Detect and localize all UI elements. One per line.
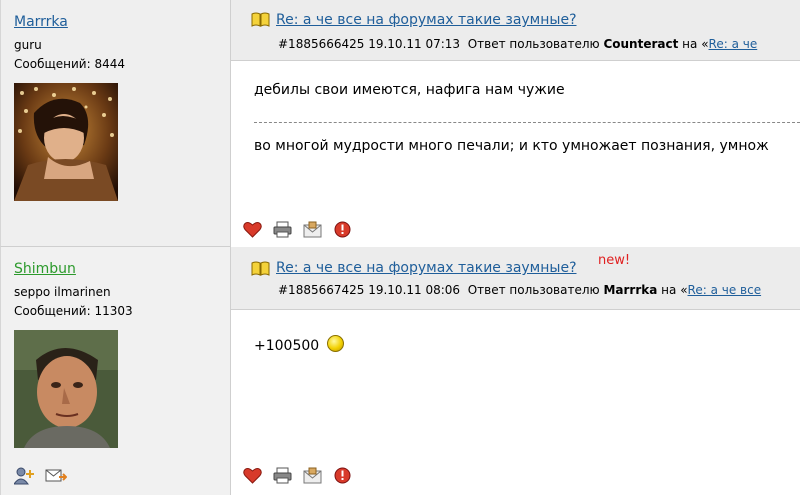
user-panel: Marrrka guru Сообщений: 8444 (0, 0, 231, 247)
post-actions (243, 221, 352, 238)
heart-icon[interactable] (243, 467, 262, 484)
heart-icon[interactable] (243, 221, 262, 238)
post-id-date: #1885666425 19.10.11 07:13 (278, 37, 461, 51)
post-content: Re: а че все на форумах такие заумные? #… (231, 0, 800, 247)
quote-open: « (701, 37, 709, 51)
forum-post: Marrrka guru Сообщений: 8444 Re: а че вс… (0, 0, 800, 247)
user-rank: guru (14, 38, 42, 52)
post-actions (243, 467, 352, 484)
book-icon (251, 261, 270, 280)
printer-icon[interactable] (273, 221, 292, 238)
reply-user: Counteract (603, 37, 679, 51)
user-panel: Shimbun seppo ilmarinen Сообщений: 11303 (0, 247, 231, 495)
post-header: Re: а че все на форумах такие заумные? #… (231, 0, 800, 61)
post-content: Re: а че все на форумах такие заумные? n… (231, 247, 800, 495)
post-text: +100500 (254, 335, 345, 354)
reply-user: Marrrka (603, 283, 658, 297)
post-text-content: +100500 (254, 338, 320, 354)
post-title-link[interactable]: Re: а че все на форумах такие заумные? (276, 12, 577, 28)
printer-icon[interactable] (273, 467, 292, 484)
book-icon (251, 12, 270, 31)
avatar[interactable] (14, 330, 118, 448)
user-actions (13, 467, 68, 485)
warning-icon[interactable] (333, 467, 352, 484)
new-badge: new! (598, 253, 631, 268)
add-user-icon[interactable] (13, 467, 34, 485)
signature-text: во многой мудрости много печали; и кто у… (254, 138, 769, 154)
forum-post: Shimbun seppo ilmarinen Сообщений: 11303 (0, 247, 800, 495)
quote-open: « (680, 283, 688, 297)
post-meta: #1885666425 19.10.11 07:13 Ответ пользов… (278, 37, 757, 51)
on-label: на (682, 37, 698, 51)
post-text: дебилы свои имеются, нафига нам чужие (254, 82, 565, 98)
post-count: Сообщений: 11303 (14, 304, 133, 318)
post-count: Сообщений: 8444 (14, 57, 125, 71)
parent-post-link[interactable]: Re: а че (709, 37, 758, 51)
warning-icon[interactable] (333, 221, 352, 238)
reply-label: Ответ пользователю (467, 283, 600, 297)
post-meta: #1885667425 19.10.11 08:06 Ответ пользов… (278, 283, 761, 297)
envelope-icon[interactable] (303, 467, 322, 484)
send-mail-icon[interactable] (45, 467, 68, 484)
user-rank: seppo ilmarinen (14, 285, 111, 299)
envelope-icon[interactable] (303, 221, 322, 238)
post-id-date: #1885667425 19.10.11 08:06 (278, 283, 461, 297)
post-title-link[interactable]: Re: а че все на форумах такие заумные? (276, 260, 577, 276)
username-link[interactable]: Shimbun (14, 261, 76, 277)
reply-label: Ответ пользователю (467, 37, 600, 51)
signature-divider (254, 122, 800, 123)
on-label: на (661, 283, 677, 297)
parent-post-link[interactable]: Re: а че все (688, 283, 762, 297)
avatar[interactable] (14, 83, 118, 201)
smiley-icon (327, 335, 345, 352)
username-link[interactable]: Marrrka (14, 14, 68, 30)
post-header: Re: а че все на форумах такие заумные? n… (231, 247, 800, 310)
